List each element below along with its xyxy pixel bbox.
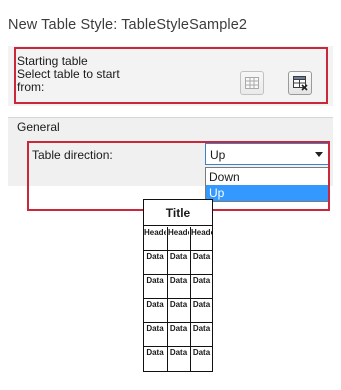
- preview-data-cell: Data: [167, 275, 189, 299]
- remove-table-button[interactable]: [288, 71, 312, 95]
- preview-data-cell: Data: [190, 347, 212, 371]
- preview-data-row: Data Data Data: [144, 275, 212, 299]
- preview-data-cell: Data: [167, 323, 189, 347]
- preview-header-row: HeaderHeaderHeader: [144, 227, 212, 251]
- preview-data-row: Data Data Data: [144, 347, 212, 371]
- dialog-title: New Table Style: TableStyleSample2: [8, 17, 248, 33]
- preview-data-cell: Data: [146, 276, 164, 285]
- preview-data-cell: Data: [190, 323, 212, 347]
- remove-table-icon: [293, 76, 308, 91]
- preview-data-cell: Data: [190, 275, 212, 299]
- preview-data-cell: Data: [146, 300, 164, 309]
- preview-data-cell: Data: [167, 347, 189, 371]
- preview-header-cell: Header: [167, 227, 189, 251]
- select-table-button[interactable]: [240, 71, 264, 95]
- preview-data-cell: Data: [167, 299, 189, 323]
- preview-data-cell: Data: [167, 251, 189, 275]
- preview-data-row: Data Data Data: [144, 251, 212, 275]
- table-style-preview: Title HeaderHeaderHeaderDataDataDataData…: [143, 199, 213, 372]
- preview-data-cell: Data: [146, 252, 164, 261]
- preview-header-cell: Header: [144, 228, 166, 237]
- preview-data-row: Data Data Data: [144, 299, 212, 323]
- preview-data-cell: Data: [146, 324, 164, 333]
- preview-data-cell: Data: [190, 299, 212, 323]
- select-table-instruction-line2: from:: [17, 80, 45, 94]
- general-heading: General: [17, 120, 60, 134]
- preview-header-cell: Header: [190, 227, 212, 251]
- preview-data-row: Data Data Data: [144, 323, 212, 347]
- preview-data-cell: Data: [146, 348, 164, 357]
- preview-title-row: Title: [144, 200, 212, 226]
- select-table-icon: [245, 77, 259, 89]
- preview-data-cell: Data: [190, 251, 212, 275]
